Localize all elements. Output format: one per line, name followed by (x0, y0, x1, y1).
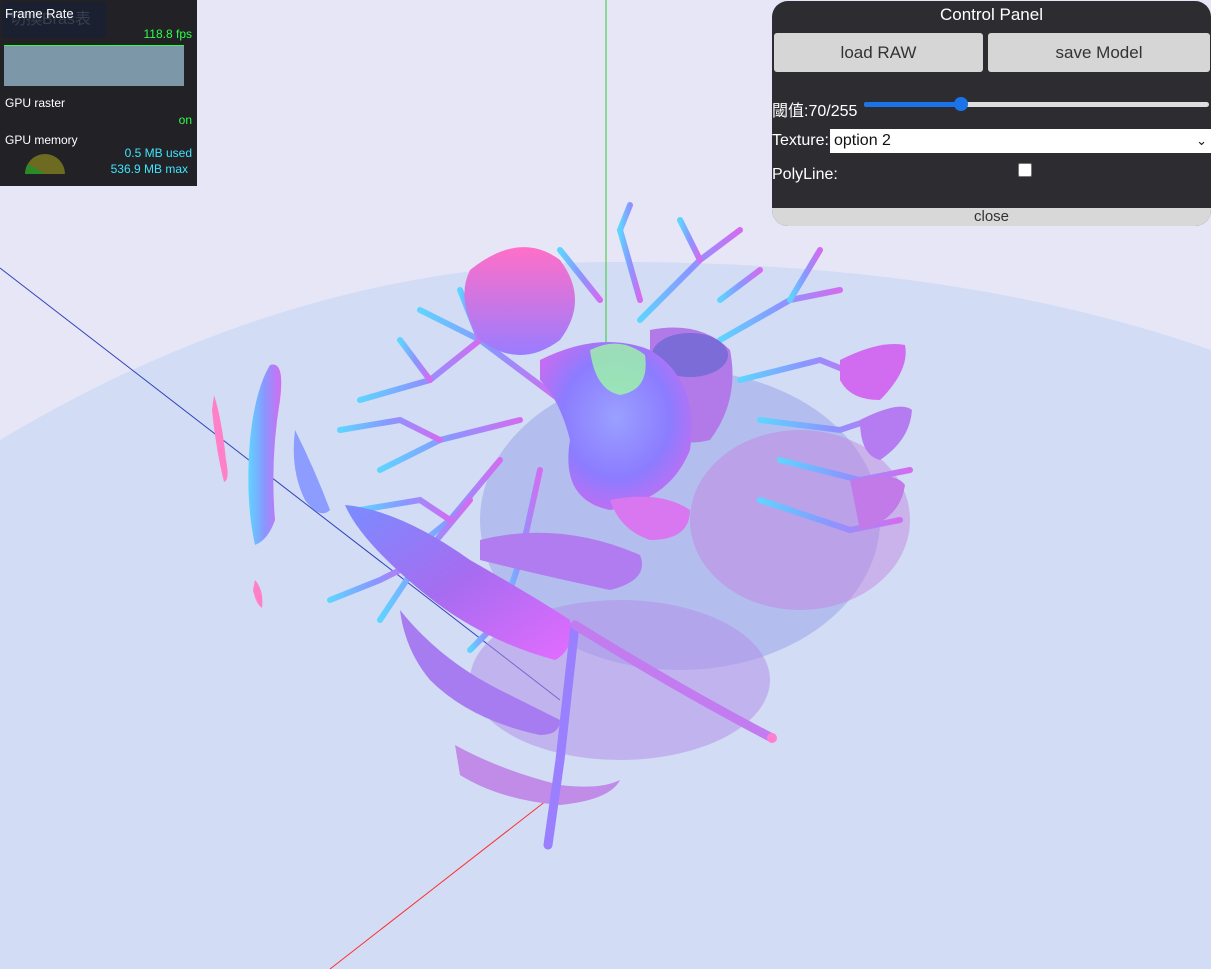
memory-max: 536.9 MB max (110, 162, 188, 176)
polyline-checkbox[interactable] (1018, 163, 1032, 177)
slider-thumb[interactable] (954, 97, 968, 111)
control-panel: Control Panel load RAW save Model 閾值:70/… (772, 1, 1211, 226)
control-panel-title: Control Panel (939, 5, 1043, 24)
close-button[interactable]: close (772, 208, 1211, 226)
stats-panel[interactable]: 切換Bras表 Frame Rate 118.8 fps GPU raster … (0, 0, 197, 186)
save-model-button[interactable]: save Model (988, 33, 1210, 72)
fps-graph (4, 45, 184, 86)
gpu-memory-label: GPU memory (5, 133, 78, 147)
texture-selected-value: option 2 (834, 132, 891, 149)
gpu-raster-value: on (178, 113, 192, 127)
memory-used: 0.5 MB used (124, 146, 192, 160)
chevron-down-icon: ⌄ (1196, 133, 1207, 148)
slider-fill (864, 102, 960, 107)
threshold-label: 閾值:70/255 (772, 103, 858, 120)
tube-end (767, 733, 777, 743)
memory-gauge-icon (25, 154, 65, 174)
polyline-label: PolyLine: (772, 166, 838, 183)
fps-value: 118.8 fps (143, 27, 192, 41)
upper-left-chamber (464, 247, 575, 355)
threshold-slider[interactable] (862, 93, 1211, 115)
gpu-raster-label: GPU raster (5, 96, 66, 110)
frame-rate-label: Frame Rate (5, 6, 74, 21)
texture-select[interactable]: option 2 ⌄ (830, 129, 1211, 153)
load-raw-button[interactable]: load RAW (774, 33, 983, 72)
texture-label: Texture: (772, 132, 829, 149)
